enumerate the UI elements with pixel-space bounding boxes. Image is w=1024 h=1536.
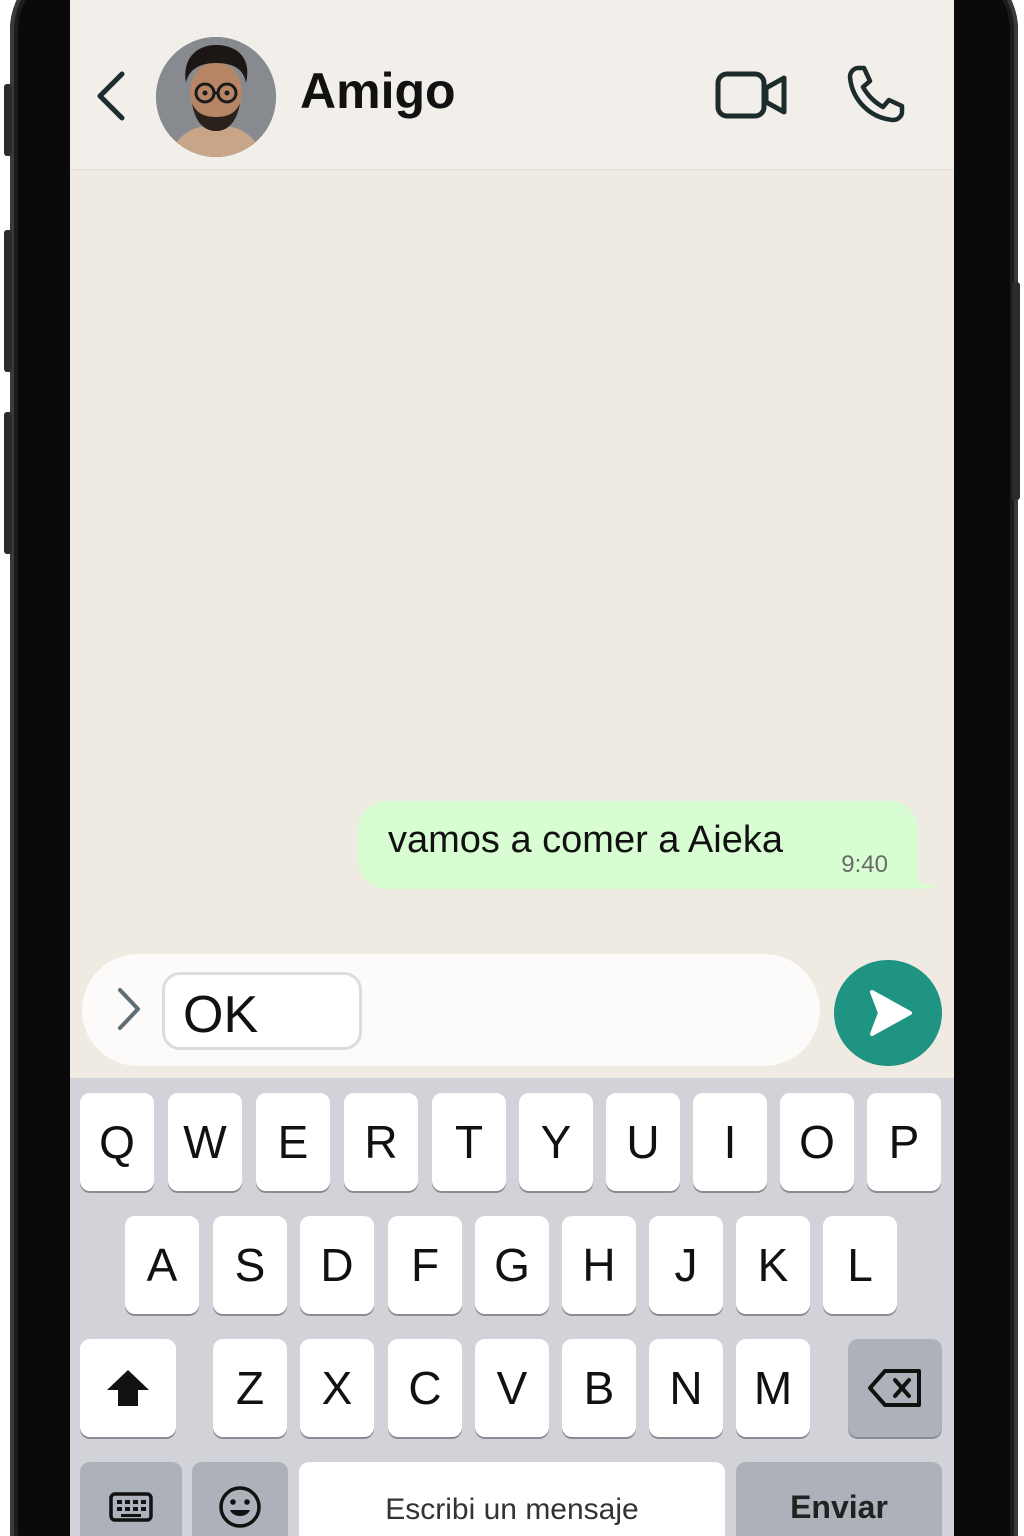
phone-icon[interactable] [844,62,908,126]
key-r[interactable]: R [344,1093,418,1191]
backspace-icon [868,1369,921,1407]
key-s[interactable]: S [213,1216,287,1314]
message-text: vamos a comer a Aieka [388,819,783,861]
message-bubble-tail [890,847,938,889]
key-c[interactable]: C [388,1339,462,1437]
key-i[interactable]: I [693,1093,767,1191]
key-q[interactable]: Q [80,1093,154,1191]
on-screen-keyboard: Q W E R T Y U I O P A S D F G H J K L Z … [70,1078,954,1536]
phone-volume-up [4,230,12,372]
key-g[interactable]: G [475,1216,549,1314]
message-list[interactable]: vamos a comer a Aieka 9:40 [70,171,954,951]
space-key[interactable]: Escribi un mensaje [299,1462,725,1536]
message-composer[interactable]: OK [82,954,820,1066]
key-z[interactable]: Z [213,1339,287,1437]
emoji-key[interactable] [192,1462,288,1536]
backspace-key[interactable] [848,1339,942,1437]
key-m[interactable]: M [736,1339,810,1437]
key-n[interactable]: N [649,1339,723,1437]
phone-mute-switch [4,84,12,156]
key-j[interactable]: J [649,1216,723,1314]
send-arrow-icon [870,990,912,1036]
key-t[interactable]: T [432,1093,506,1191]
key-u[interactable]: U [606,1093,680,1191]
contact-name[interactable]: Amigo [300,62,456,120]
contact-avatar[interactable] [156,37,276,157]
keyboard-switch-key[interactable] [80,1462,182,1536]
message-input[interactable]: OK [162,972,362,1050]
chevron-right-icon[interactable] [110,984,146,1034]
video-camera-icon[interactable] [714,66,790,124]
key-p[interactable]: P [867,1093,941,1191]
emoji-icon [219,1486,261,1528]
key-v[interactable]: V [475,1339,549,1437]
key-d[interactable]: D [300,1216,374,1314]
enviar-key[interactable]: Enviar [736,1462,942,1536]
back-chevron-icon[interactable] [88,68,132,124]
shift-arrow-icon [107,1370,149,1406]
key-o[interactable]: O [780,1093,854,1191]
key-h[interactable]: H [562,1216,636,1314]
chat-header: Amigo [70,0,954,170]
key-f[interactable]: F [388,1216,462,1314]
key-a[interactable]: A [125,1216,199,1314]
key-x[interactable]: X [300,1339,374,1437]
outgoing-message-bubble[interactable]: vamos a comer a Aieka 9:40 [358,801,918,889]
send-button[interactable] [834,960,942,1066]
chat-screen: Amigo vamos a comer a Aieka 9:40 OK Q W … [70,0,954,1536]
key-l[interactable]: L [823,1216,897,1314]
key-w[interactable]: W [168,1093,242,1191]
shift-key[interactable] [80,1339,176,1437]
key-b[interactable]: B [562,1339,636,1437]
key-k[interactable]: K [736,1216,810,1314]
key-e[interactable]: E [256,1093,330,1191]
phone-power-button [1012,282,1020,500]
keyboard-icon [109,1492,153,1522]
draft-text: OK [183,986,259,1044]
message-timestamp: 9:40 [841,851,888,878]
phone-volume-down [4,412,12,554]
key-y[interactable]: Y [519,1093,593,1191]
